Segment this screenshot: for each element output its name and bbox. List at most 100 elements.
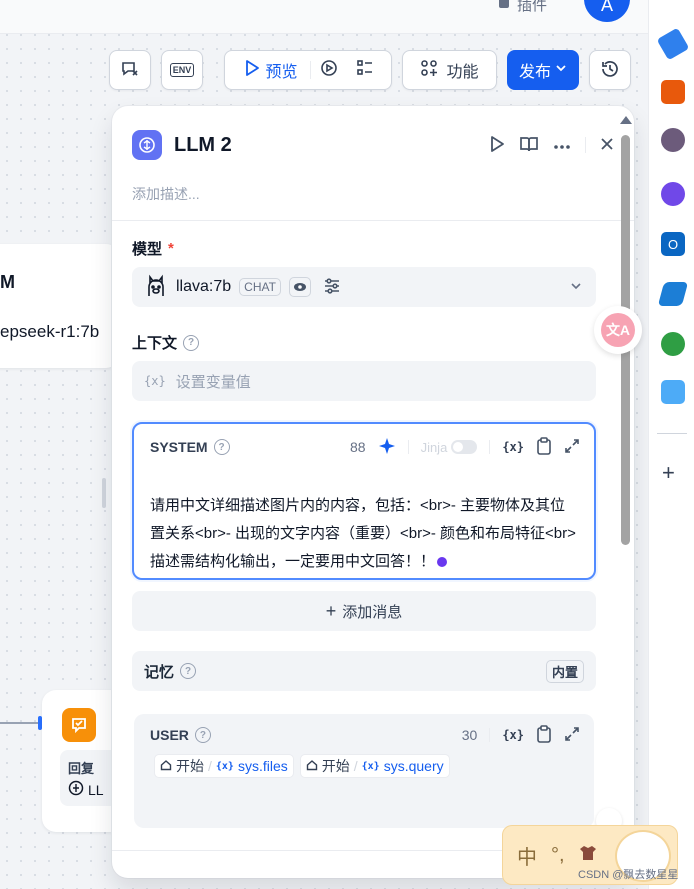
send-icon[interactable] [657, 282, 689, 306]
watermark: CSDN @飘去数星星 [578, 869, 679, 881]
llm-node-title: M [0, 272, 15, 292]
plugin-link[interactable]: 插件 [497, 0, 547, 15]
user-prompt-header: USER ? 30 {x} [150, 724, 580, 746]
edge-line [0, 722, 40, 724]
run-node-icon[interactable] [489, 135, 505, 156]
env-icon: ENV [169, 63, 195, 77]
context-variable-selector[interactable]: {x} 设置变量值 [132, 361, 596, 401]
system-prompt-text[interactable]: 请用中文详细描述图片内的内容，包括：<br>- 主要物体及其位置关系<br>- … [150, 492, 578, 576]
publish-button[interactable]: 发布 [507, 50, 579, 90]
sparkle-icon[interactable] [378, 437, 396, 458]
chevron-down-icon [555, 61, 567, 79]
tag-separator: / [208, 758, 212, 774]
header-divider [585, 137, 586, 153]
translate-floating-button[interactable]: 文A [594, 306, 642, 354]
chess-icon[interactable] [661, 128, 685, 152]
toggle-switch[interactable] [451, 440, 478, 454]
help-icon[interactable]: ? [180, 663, 197, 679]
close-icon[interactable] [600, 137, 614, 154]
book-icon[interactable] [519, 135, 539, 156]
tools-divider [489, 440, 491, 454]
comment-check-icon [120, 59, 140, 82]
insert-variable-icon[interactable]: {x} [502, 440, 524, 454]
memory-section[interactable]: 记忆 ? 内置 [132, 651, 596, 691]
preview-button[interactable]: 预览 [233, 51, 309, 89]
mascot-icon[interactable] [661, 380, 685, 404]
publish-label: 发布 [518, 64, 551, 81]
expand-icon[interactable] [564, 726, 580, 745]
clipboard-icon[interactable] [536, 436, 552, 458]
description-input[interactable]: 添加描述... [132, 184, 200, 204]
version-history-button[interactable] [589, 50, 631, 90]
cursor-indicator [437, 557, 448, 568]
model-label: 模型 * [132, 238, 174, 259]
user-tools: 30 {x} [462, 724, 580, 746]
node-config-panel: LLM 2 添加描述... 模型 * llava:7b CHAT 上下文 ? {… [112, 106, 634, 878]
model-name: llava:7b [176, 278, 232, 295]
scroll-up-arrow[interactable] [620, 116, 632, 124]
clipboard-icon[interactable] [536, 724, 552, 746]
shirt-icon[interactable] [579, 844, 597, 867]
system-prompt-content: 请用中文详细描述图片内的内容，包括：<br>- 主要物体及其位置关系<br>- … [150, 497, 576, 570]
clock-play-icon [319, 58, 339, 83]
tag-var: sys.files [237, 758, 288, 774]
tag-var-icon: {x} [215, 760, 234, 772]
punctuation-icon[interactable]: °, [551, 844, 565, 867]
answer-ref-label: LL [88, 781, 104, 798]
sliders-icon[interactable] [323, 277, 341, 298]
tag-icon[interactable] [656, 27, 690, 61]
run-history-button[interactable] [311, 51, 347, 89]
add-icon[interactable]: + [662, 460, 675, 486]
plugin-label: 插件 [517, 0, 548, 14]
variable-icon: {x} [144, 374, 166, 388]
context-label: 上下文 ? [132, 332, 200, 353]
copilot-icon[interactable] [661, 182, 685, 206]
panel-title[interactable]: LLM 2 [174, 134, 232, 157]
list-check-icon [355, 58, 375, 83]
plugin-icon [497, 0, 511, 14]
model-selector[interactable]: llava:7b CHAT [132, 267, 596, 307]
env-button[interactable]: ENV [161, 50, 203, 90]
ime-mode-label[interactable]: 中 [517, 841, 537, 870]
memory-label: 记忆 ? [144, 661, 197, 682]
checklist-button[interactable] [109, 50, 151, 90]
memory-label-text: 记忆 [144, 663, 175, 681]
char-count: 88 [349, 439, 366, 455]
system-tools: 88 Jinja {x} [349, 436, 580, 458]
help-icon[interactable]: ? [213, 439, 230, 455]
variable-tag[interactable]: 开始 / {x} sys.query [299, 754, 450, 778]
more-icon[interactable] [553, 137, 571, 153]
top-header [0, 0, 648, 34]
user-title-text: USER [150, 727, 189, 743]
grid-plus-icon [420, 59, 438, 82]
checklist-list-button[interactable] [347, 51, 383, 89]
builtin-badge: 内置 [545, 659, 584, 683]
toolbox-icon[interactable] [661, 80, 685, 104]
help-icon[interactable]: ? [183, 334, 200, 351]
llm-logo-icon [132, 130, 162, 160]
add-message-button[interactable]: + 添加消息 [132, 591, 596, 631]
chevron-down-icon [570, 279, 582, 295]
user-variable-tags: 开始 / {x} sys.files 开始 / {x} sys.query [154, 754, 450, 778]
outlook-icon[interactable]: O [661, 232, 685, 256]
features-button[interactable]: 功能 [402, 50, 497, 90]
panel-header: LLM 2 [132, 130, 614, 160]
jinja-toggle[interactable]: Jinja [421, 440, 478, 455]
variable-tag[interactable]: 开始 / {x} sys.files [154, 754, 294, 778]
play-icon [245, 59, 260, 81]
resize-handle[interactable] [102, 478, 106, 508]
tree-icon[interactable] [661, 332, 685, 356]
context-placeholder: 设置变量值 [175, 373, 251, 391]
user-prompt-editor[interactable]: USER ? 30 {x} 开始 / {x} sys.files 开始 / {x… [134, 714, 594, 828]
llm-node-model: epseek-r1:7b [0, 322, 100, 341]
insert-variable-icon[interactable]: {x} [502, 728, 524, 742]
tag-node: 开始 [321, 758, 350, 774]
system-prompt-editor[interactable]: SYSTEM ? 88 Jinja {x} 请用中文详细描述图片内的内容，包括：… [132, 422, 596, 580]
expand-icon[interactable] [564, 438, 580, 457]
llm-small-icon [68, 780, 84, 799]
llm-node[interactable]: M epseek-r1:7b [0, 244, 120, 368]
add-message-label: 添加消息 [342, 603, 403, 621]
help-icon[interactable]: ? [194, 727, 211, 743]
tag-var-icon: {x} [361, 760, 380, 772]
required-mark: * [168, 240, 174, 257]
